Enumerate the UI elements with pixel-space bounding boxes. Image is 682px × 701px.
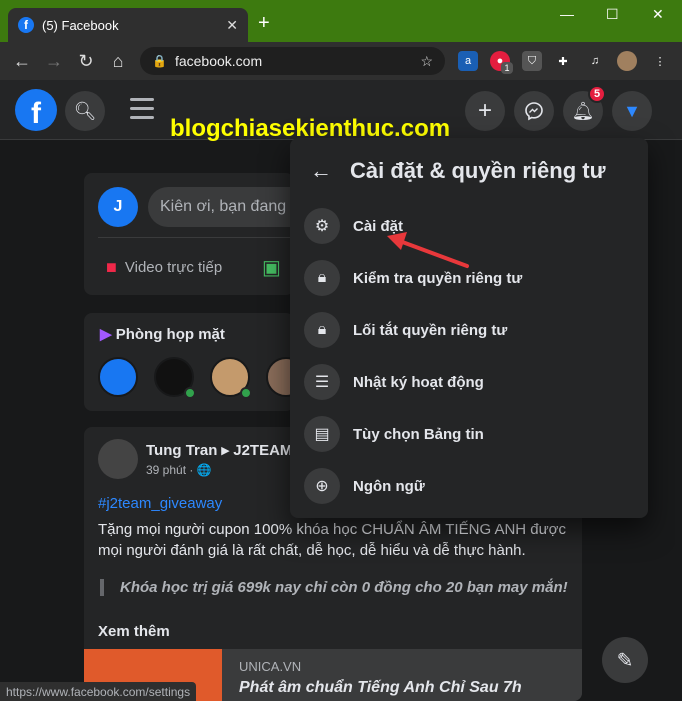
tab-close-icon[interactable]: ✕ <box>226 17 238 34</box>
globe-icon: ⊕ <box>304 468 340 504</box>
menu-title: Cài đặt & quyền riêng tư <box>350 158 606 183</box>
menu-item-label: Nhật ký hoạt động <box>353 373 484 391</box>
window-close-icon[interactable]: ✕ <box>652 6 664 23</box>
rooms-title: ▶ Phòng họp mặt <box>100 325 225 343</box>
user-avatar[interactable]: J <box>98 187 138 227</box>
online-status-dot <box>184 387 196 399</box>
rooms-video-icon: ▶ <box>100 326 112 343</box>
menu-item-activity-log[interactable]: ☰ Nhật ký hoạt động <box>304 360 634 404</box>
browser-toolbar: ← → ↻ ⌂ 🔒 facebook.com ☆ a ● 1 ⛉ ✚ ♫ ⋮ <box>0 42 682 80</box>
create-room-avatar[interactable] <box>98 357 138 397</box>
menu-item-label: Tùy chọn Bảng tin <box>353 425 484 443</box>
online-status-dot <box>240 387 252 399</box>
lock-icon: 🔒︎ <box>304 312 340 348</box>
extension-a-icon[interactable]: a <box>458 51 478 71</box>
post-body: Tặng mọi người cupon 100% khóa học CHUẨN… <box>98 521 567 559</box>
forward-icon[interactable]: → <box>38 51 70 72</box>
tab-title: (5) Facebook <box>42 17 119 33</box>
list-icon: ☰ <box>304 364 340 400</box>
search-icon[interactable]: 🔍︎ <box>65 91 105 131</box>
facebook-favicon-icon: f <box>18 17 34 33</box>
shield-extension-icon[interactable]: ⛉ <box>522 51 542 71</box>
menu-item-language[interactable]: ⊕ Ngôn ngữ <box>304 464 634 508</box>
gear-icon: ⚙ <box>304 208 340 244</box>
back-icon[interactable]: ← <box>6 51 38 72</box>
menu-item-privacy-shortcuts[interactable]: 🔒︎ Lối tắt quyền riêng tư <box>304 308 634 352</box>
browser-menu-icon[interactable]: ⋮ <box>650 51 670 71</box>
minimize-icon[interactable]: — <box>560 6 574 22</box>
new-message-compose-icon[interactable]: ✎ <box>602 637 648 683</box>
feed-icon: ▤ <box>304 416 340 452</box>
photo-icon[interactable]: ▣ <box>262 255 281 280</box>
account-dropdown-icon[interactable]: ▼ <box>612 91 652 131</box>
settings-privacy-menu: ← Cài đặt & quyền riêng tư ⚙ Cài đặt 🔒︎ … <box>290 138 648 518</box>
live-video-icon: ■ <box>106 257 117 277</box>
live-video-label: Video trực tiếp <box>124 259 223 276</box>
divider <box>98 237 294 238</box>
post-quote: Khóa học trị giá 699k nay chỉ còn 0 đồng… <box>100 579 568 596</box>
post-author-avatar[interactable] <box>98 439 138 479</box>
link-preview-title: Phát âm chuẩn Tiếng Anh Chỉ Sau 7h <box>239 679 522 696</box>
profile-avatar[interactable] <box>617 51 637 71</box>
maximize-icon[interactable]: ☐ <box>606 6 619 23</box>
notification-badge: 5 <box>588 85 606 103</box>
url-text: facebook.com <box>174 53 263 69</box>
browser-titlebar: f (5) Facebook ✕ + — ☐ ✕ <box>0 0 682 42</box>
link-preview-source: UNICA.VN <box>239 659 302 674</box>
composer-input[interactable]: Kiên ơi, bạn đang <box>148 187 294 227</box>
post-hashtag[interactable]: #j2team_giveaway <box>98 495 222 512</box>
extension-badge: 1 <box>501 62 513 74</box>
reload-icon[interactable]: ↻ <box>70 51 102 72</box>
media-queue-icon[interactable]: ♫ <box>585 51 605 71</box>
menu-item-news-feed-preferences[interactable]: ▤ Tùy chọn Bảng tin <box>304 412 634 456</box>
live-video-button[interactable]: ■ Video trực tiếp <box>106 257 222 278</box>
page-scrollbar[interactable] <box>675 140 682 701</box>
home-icon[interactable]: ⌂ <box>102 51 134 72</box>
lock-heart-icon: 🔒︎ <box>304 260 340 296</box>
browser-tab[interactable]: f (5) Facebook ✕ <box>8 8 248 42</box>
new-tab-icon[interactable]: + <box>258 12 270 35</box>
facebook-logo-icon[interactable]: f <box>15 89 57 131</box>
back-arrow-icon[interactable]: ← <box>310 158 332 184</box>
see-more-link[interactable]: Xem thêm <box>98 623 170 640</box>
menu-item-label: Ngôn ngữ <box>353 477 425 495</box>
menu-hamburger-icon[interactable] <box>130 98 154 125</box>
post-time[interactable]: 39 phút · 🌐 <box>146 463 212 477</box>
rooms-card: ▶ Phòng họp mặt <box>84 313 294 411</box>
status-bar-url: https://www.facebook.com/settings <box>0 682 197 701</box>
address-bar[interactable]: 🔒 facebook.com ☆ <box>140 47 445 75</box>
create-plus-icon[interactable]: + <box>465 91 505 131</box>
annotation-arrow <box>387 232 469 268</box>
extensions-puzzle-icon[interactable]: ✚ <box>553 51 573 71</box>
rooms-title-text: Phòng họp mặt <box>115 326 225 343</box>
menu-item-label: Lối tắt quyền riêng tư <box>353 321 508 339</box>
lock-icon[interactable]: 🔒 <box>152 54 167 68</box>
messenger-icon[interactable] <box>514 91 554 131</box>
composer-card: J Kiên ơi, bạn đang ■ Video trực tiếp ▣ <box>84 173 294 295</box>
post-author[interactable]: Tung Tran ▸ J2TEAM <box>146 441 292 459</box>
bookmark-star-icon[interactable]: ☆ <box>420 53 433 70</box>
